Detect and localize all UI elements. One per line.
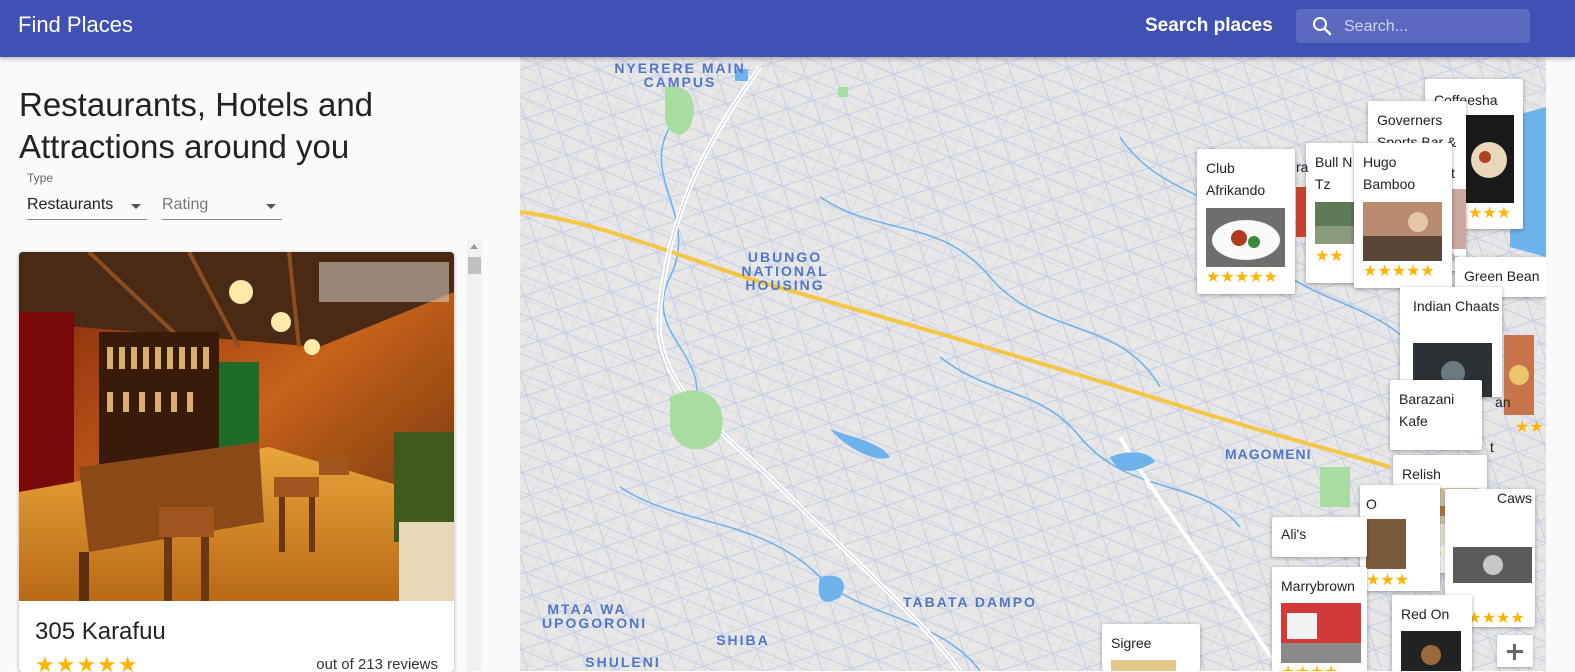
type-dropdown[interactable]: Restaurants — [27, 191, 147, 220]
rating-placeholder: Rating — [162, 196, 209, 213]
pin-photo-fragment — [1296, 187, 1306, 237]
search-label: Search places — [1145, 15, 1273, 36]
map-pin-red-on[interactable]: Red On — [1392, 595, 1472, 671]
map-label-magomeni: MAGOMENI — [1225, 446, 1312, 462]
pin-fragment: t — [1490, 439, 1494, 455]
map-label-mtaa: MTAA WA UPOGORONI — [542, 601, 648, 631]
pin-fragment: an — [1495, 394, 1511, 410]
pin-name: Sigree — [1111, 635, 1152, 651]
map-label-tabata: TABATA DAMPO — [903, 594, 1037, 610]
zoom-in-button[interactable] — [1497, 635, 1533, 667]
pin-photo — [1450, 189, 1466, 249]
pin-photo — [1111, 660, 1176, 671]
map-label-shiba: SHIBA — [716, 632, 770, 648]
pin-name: Ali's — [1281, 526, 1307, 542]
list-scrollbar[interactable] — [467, 240, 482, 671]
app-bar: Find Places Search places — [0, 0, 1575, 57]
pin-fragment: ra — [1296, 159, 1309, 175]
pin-name: Club Afrikando — [1206, 160, 1266, 198]
pin-stars: ★★★ — [1468, 205, 1512, 222]
place-review-count: out of 213 reviews — [316, 656, 438, 672]
map-label-shuleni: SHULENI — [585, 654, 661, 670]
page-edge — [1546, 57, 1575, 671]
pin-name: Hugo Bamboo — [1363, 154, 1416, 192]
map-pin-o[interactable]: O ★★★ — [1360, 485, 1440, 591]
pin-photo — [1315, 202, 1357, 244]
pin-name: Indian Chaats — [1413, 298, 1500, 314]
place-photo — [19, 252, 454, 601]
pin-photo — [1461, 115, 1514, 203]
places-list-panel: Restaurants, Hotels and Attractions arou… — [0, 57, 520, 672]
pin-name: Green Bean — [1464, 268, 1540, 284]
pin-name: Caws — [1497, 490, 1533, 506]
pin-stars: ★★ — [1315, 248, 1344, 265]
pin-photo — [1401, 631, 1461, 671]
map-label-nyerere: NYERERE MAIN CAMPUS — [614, 60, 746, 90]
pin-name: Red On — [1401, 606, 1450, 622]
type-select[interactable]: Type Restaurants — [27, 171, 147, 220]
pin-stars: ★★★★★ — [1363, 263, 1435, 280]
place-name: 305 Karafuu — [35, 618, 166, 645]
map-pin-sigree[interactable]: Sigree — [1102, 624, 1200, 671]
rating-dropdown[interactable]: Rating — [162, 191, 282, 220]
place-rating-stars: ★★★★★ — [35, 652, 139, 672]
pin-photo — [1363, 202, 1442, 261]
app-title: Find Places — [18, 12, 133, 37]
map-view[interactable]: NYERERE MAIN CAMPUS UBUNGO NATIONAL HOUS… — [520, 57, 1546, 671]
map-pin-marrybrown[interactable]: Marrybrown ★★★★ — [1272, 567, 1367, 671]
pin-name: Relish — [1402, 466, 1441, 482]
pin-photo — [1206, 208, 1285, 267]
pin-name: Marrybrown — [1281, 578, 1355, 594]
map-pin-club-afrikando[interactable]: Club Afrikando ★★★★★ — [1197, 149, 1295, 294]
place-card[interactable]: 305 Karafuu ★★★★★ out of 213 reviews — [19, 252, 454, 672]
pin-photo — [1281, 603, 1361, 663]
pin-stars: ★★ — [1515, 419, 1544, 436]
map-pin-barazani[interactable]: Barazani Kafe — [1390, 380, 1482, 450]
search-icon — [1313, 17, 1332, 36]
pin-stars: ★★★★ — [1281, 665, 1338, 672]
scroll-up-arrow-icon[interactable] — [470, 244, 478, 249]
type-value: Restaurants — [27, 196, 114, 213]
page-heading: Restaurants, Hotels and Attractions arou… — [19, 86, 374, 165]
map-label-ubungo: UBUNGO NATIONAL HOUSING — [741, 249, 829, 293]
scrollbar-thumb[interactable] — [468, 257, 481, 274]
plus-icon-bar — [1513, 644, 1516, 660]
search-input[interactable] — [1342, 15, 1526, 39]
pin-stars: ★★★★★ — [1206, 269, 1278, 286]
pin-stars: ★★★ — [1366, 572, 1410, 589]
pin-photo — [1366, 519, 1406, 569]
pin-name: O — [1366, 496, 1377, 512]
pin-name: Barazani Kafe — [1399, 391, 1455, 429]
map-pin-hugo[interactable]: Hugo Bamboo ★★★★★ — [1354, 143, 1452, 288]
type-label: Type — [27, 171, 54, 185]
search-box[interactable] — [1296, 9, 1530, 43]
chevron-down-icon — [131, 204, 141, 209]
map-pin-alis[interactable]: Ali's — [1272, 517, 1367, 557]
pin-photo — [1453, 547, 1532, 583]
chevron-down-icon — [266, 204, 276, 209]
